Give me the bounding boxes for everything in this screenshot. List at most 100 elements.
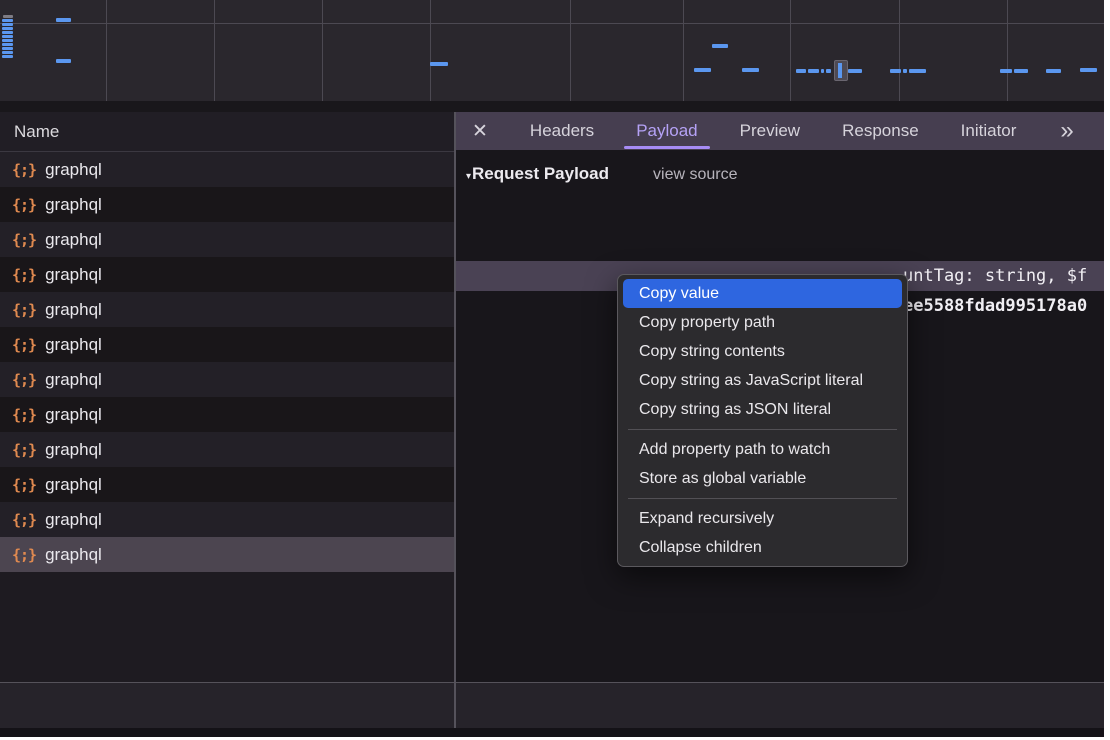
request-timing-bar [2, 19, 13, 22]
menu-item-copy-string-as-json-literal[interactable]: Copy string as JSON literal [618, 395, 907, 424]
table-row-graphql[interactable]: {;} graphql [0, 152, 454, 187]
json-braces-icon: {;} [12, 266, 36, 284]
table-row-graphql[interactable]: {;} graphql [0, 502, 454, 537]
property-value-right: untTag: string, $f [903, 261, 1087, 291]
menu-item-copy-string-as-javascript-literal[interactable]: Copy string as JavaScript literal [618, 366, 907, 395]
overview-gridline [106, 0, 107, 101]
request-name: graphql [45, 195, 102, 215]
json-braces-icon: {;} [12, 371, 36, 389]
request-name: graphql [45, 160, 102, 180]
request-name: graphql [45, 335, 102, 355]
menu-item-copy-property-path[interactable]: Copy property path [618, 308, 907, 337]
overview-gridline [322, 0, 323, 101]
collapse-triangle-icon[interactable]: ▾ [466, 171, 471, 182]
overview-hover-marker [834, 60, 848, 81]
request-name: graphql [45, 440, 102, 460]
request-payload-header[interactable]: ▾ Request Payload view source [466, 164, 738, 184]
menu-item-add-property-path-to-watch[interactable]: Add property path to watch [618, 435, 907, 464]
overview-gridline [1007, 0, 1008, 101]
menu-item-copy-string-contents[interactable]: Copy string contents [618, 337, 907, 366]
request-timing-bar [826, 69, 831, 73]
json-row-operationName[interactable]: operationName: "ipFlowTimeseries" [456, 231, 1104, 261]
request-timing-bar [56, 59, 71, 63]
request-timing-bar [1080, 68, 1097, 72]
table-row-graphql[interactable]: {;} graphql [0, 397, 454, 432]
request-timing-bar [909, 69, 926, 73]
request-timing-bar [903, 69, 907, 73]
request-timing-bar [2, 27, 13, 30]
view-source-link[interactable]: view source [653, 166, 737, 184]
bottom-edge-strip [0, 728, 1104, 737]
request-name: graphql [45, 300, 102, 320]
json-braces-icon: {;} [12, 196, 36, 214]
overview-gridline [214, 0, 215, 101]
request-timing-bar [56, 18, 71, 22]
table-row-graphql[interactable]: {;}graphql [0, 467, 454, 502]
tab-initiator[interactable]: Initiator [961, 121, 1017, 141]
request-timing-bar [2, 55, 13, 58]
request-timing-bar [430, 62, 448, 66]
section-title: Request Payload [472, 164, 609, 184]
menu-item-expand-recursively[interactable]: Expand recursively [618, 504, 907, 533]
request-table: Name {;}graphql{;}graphql{;}graphql{;}gr… [0, 112, 454, 682]
request-list: {;} graphql {;} graphql {;} graphql {;} graphql… [0, 152, 454, 572]
request-name: graphql [45, 370, 102, 390]
menu-separator [628, 429, 897, 430]
request-timing-bar [821, 69, 824, 73]
overview-gridline [430, 0, 431, 101]
network-overview[interactable] [0, 0, 1104, 101]
table-row-graphql[interactable]: {;} graphql [0, 362, 454, 397]
json-root-row[interactable]: ▼{operationName: "ipFlowTimeseries", var… [456, 201, 1104, 231]
request-timing-bar [1014, 69, 1028, 73]
request-timing-bar [712, 44, 728, 48]
request-timing-bar [848, 69, 862, 73]
request-timing-bar [3, 15, 13, 18]
request-timing-bar [1046, 69, 1061, 73]
overview-row-divider [0, 23, 1104, 24]
request-name: graphql [45, 230, 102, 250]
menu-item-store-as-global-variable[interactable]: Store as global variable [618, 464, 907, 493]
more-tabs-icon[interactable]: » [1060, 119, 1073, 143]
overview-gridline [570, 0, 571, 101]
tab-response[interactable]: Response [842, 121, 919, 141]
json-braces-icon: {;} [12, 301, 36, 319]
table-row-graphql[interactable]: {;} graphql [0, 257, 454, 292]
overview-bottom-gap [0, 101, 1104, 112]
name-column-header[interactable]: Name [0, 112, 454, 152]
request-name: graphql [45, 265, 102, 285]
json-braces-icon: {;} [12, 161, 36, 179]
menu-item-collapse-children[interactable]: Collapse children [618, 533, 907, 562]
devtools-screenshot: Name {;}graphql{;}graphql{;}graphql{;}gr… [0, 0, 1110, 740]
request-timing-bar [890, 69, 901, 73]
json-braces-icon: {;} [12, 511, 36, 529]
tab-preview[interactable]: Preview [740, 121, 800, 141]
request-timing-bar [742, 68, 759, 72]
request-timing-bar [2, 47, 13, 50]
table-row-graphql[interactable]: {;} graphql [0, 292, 454, 327]
property-value-right: ee5588fdad995178a0 [903, 291, 1087, 321]
request-timing-bar [2, 39, 13, 42]
json-braces-icon: {;} [12, 231, 36, 249]
request-name: graphql [45, 405, 102, 425]
devtools-network-panel: Name {;}graphql{;}graphql{;}graphql{;}gr… [0, 0, 1104, 737]
request-name: graphql [45, 545, 102, 565]
tab-headers[interactable]: Headers [530, 121, 594, 141]
close-icon[interactable]: ✕ [472, 122, 488, 141]
json-braces-icon: {;} [12, 406, 36, 424]
table-row-graphql[interactable]: {;} graphql [0, 187, 454, 222]
table-row-graphql[interactable]: {;} graphql [0, 222, 454, 257]
tab-payload[interactable]: Payload [636, 121, 697, 141]
table-row-graphql[interactable]: {;}graphql [0, 432, 454, 467]
table-row-graphql[interactable]: {;}graphql [0, 327, 454, 362]
request-timing-bar [2, 23, 13, 26]
table-row-graphql[interactable]: {;}graphql [0, 537, 454, 572]
menu-item-copy-value[interactable]: Copy value [623, 279, 902, 308]
context-menu: Copy valueCopy property pathCopy string … [617, 274, 908, 567]
request-name: graphql [45, 510, 102, 530]
request-timing-bar [808, 69, 819, 73]
request-timing-bar [2, 51, 13, 54]
json-braces-icon: {;} [12, 476, 36, 494]
request-timing-bar [796, 69, 806, 73]
request-timing-bar [2, 35, 13, 38]
request-timing-bar [694, 68, 711, 72]
